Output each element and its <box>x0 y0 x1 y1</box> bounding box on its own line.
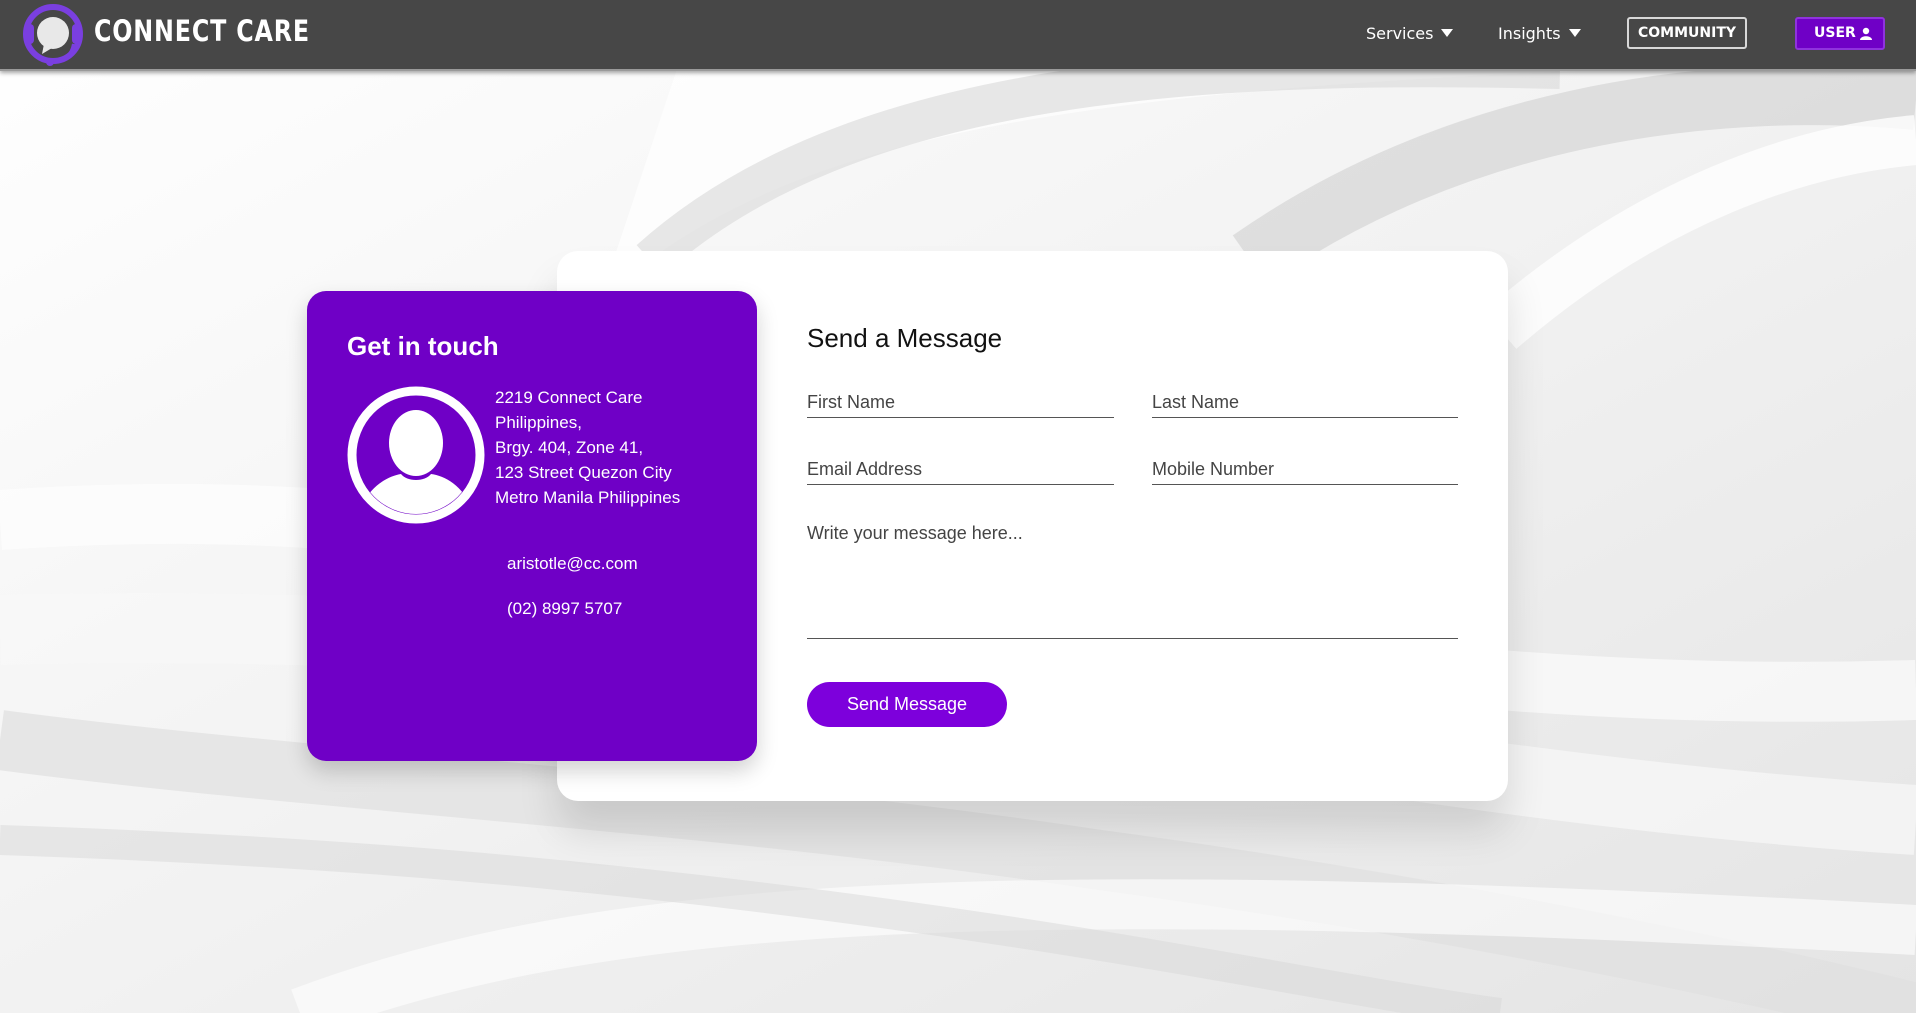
user-button-label: USER <box>1814 25 1856 41</box>
contact-info-card: Get in touch 2219 Connect Care Philippin… <box>307 291 757 761</box>
caret-down-icon <box>1441 29 1454 37</box>
address-line: Metro Manila Philippines <box>495 488 681 507</box>
contact-phone[interactable]: (02) 8997 5707 <box>507 599 622 619</box>
nav-insights-label: Insights <box>1498 24 1561 43</box>
address-line: Philippines, <box>495 413 582 432</box>
address-line: 2219 Connect Care <box>495 388 643 407</box>
caret-down-icon <box>1568 29 1581 37</box>
form-title: Send a Message <box>807 323 1003 353</box>
email-field[interactable] <box>807 455 1114 485</box>
contact-title: Get in touch <box>347 331 499 361</box>
message-textarea[interactable] <box>807 523 1458 639</box>
last-name-field[interactable] <box>1152 388 1458 418</box>
send-message-button[interactable]: Send Message <box>807 682 1007 727</box>
top-navbar: CONNECT CARE Services Insights COMMUNITY… <box>0 0 1916 71</box>
user-button[interactable]: USER <box>1795 17 1885 50</box>
address-line: 123 Street Quezon City <box>495 463 672 482</box>
first-name-field[interactable] <box>807 388 1114 418</box>
nav-services-dropdown[interactable]: Services <box>1366 24 1454 43</box>
community-button[interactable]: COMMUNITY <box>1627 17 1747 49</box>
contact-email[interactable]: aristotle@cc.com <box>507 554 638 574</box>
avatar-icon <box>347 386 485 524</box>
address-block: 2219 Connect Care Philippines, Brgy. 404… <box>495 385 745 510</box>
user-icon <box>1860 27 1872 40</box>
headset-logo-icon[interactable] <box>22 4 84 66</box>
nav-services-label: Services <box>1366 24 1434 43</box>
nav-insights-dropdown[interactable]: Insights <box>1498 24 1581 43</box>
brand-name[interactable]: CONNECT CARE <box>94 14 310 48</box>
address-line: Brgy. 404, Zone 41, <box>495 438 644 457</box>
mobile-number-field[interactable] <box>1152 455 1458 485</box>
